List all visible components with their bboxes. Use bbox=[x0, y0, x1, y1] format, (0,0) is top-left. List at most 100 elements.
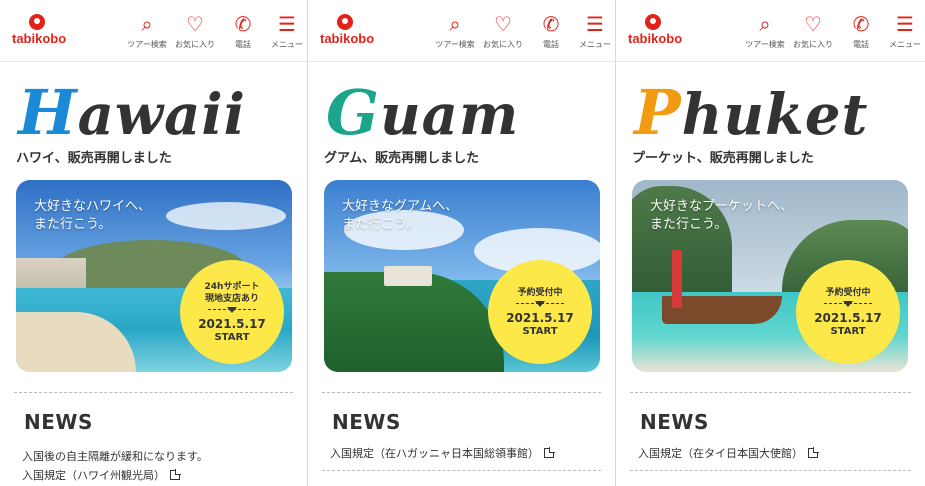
phone-button[interactable]: ✆ 電話 bbox=[837, 8, 885, 58]
site-header: tabikobo ⌕ ツアー検索 ♡ お気に入り ✆ 電話 ☰ メニュー bbox=[0, 0, 307, 62]
phone-label: 電話 bbox=[543, 40, 559, 49]
photo-caption-line1: 大好きなハワイへ、 bbox=[34, 199, 152, 214]
logo-mark-icon bbox=[29, 14, 45, 30]
news-item-text: 入国後の自主隔離が緩和になります。 bbox=[22, 450, 208, 463]
news-heading: NEWS bbox=[332, 410, 401, 434]
logo-text: tabikobo bbox=[12, 31, 67, 46]
title-rest: uam bbox=[379, 82, 520, 148]
tour-search-label: ツアー検索 bbox=[127, 40, 167, 49]
hero-image[interactable]: 大好きなハワイへ、 また行こう。 24hサポート 現地支店あり 2021.5.1… bbox=[16, 180, 292, 372]
favorites-button[interactable]: ♡ お気に入り bbox=[479, 8, 527, 58]
search-icon: ⌕ bbox=[141, 12, 153, 36]
section-divider bbox=[14, 392, 293, 393]
logo-text: tabikobo bbox=[628, 31, 683, 46]
title-initial: G bbox=[326, 76, 380, 149]
tour-search-label: ツアー検索 bbox=[435, 40, 475, 49]
phone-button[interactable]: ✆ 電話 bbox=[219, 8, 267, 58]
external-link-icon bbox=[170, 469, 181, 480]
site-header: tabikobo ⌕ ツアー検索 ♡ お気に入り ✆ 電話 ☰ メニュー bbox=[616, 0, 925, 62]
title-rest: awaii bbox=[77, 82, 246, 148]
resort-hotel bbox=[384, 266, 432, 286]
destination-title: Hawaii bbox=[18, 82, 246, 144]
badge-start: START bbox=[830, 325, 866, 337]
badge-date: 2021.5.17 bbox=[506, 310, 574, 325]
photo-caption-line2: また行こう。 bbox=[34, 217, 112, 232]
section-divider bbox=[322, 470, 601, 471]
boat-ribbon bbox=[672, 250, 682, 308]
hawaii-screen: tabikobo ⌕ ツアー検索 ♡ お気に入り ✆ 電話 ☰ メニュー Haw… bbox=[0, 0, 308, 486]
badge-date: 2021.5.17 bbox=[198, 316, 266, 331]
destination-title: Guam bbox=[326, 82, 519, 144]
tabikobo-logo[interactable]: tabikobo bbox=[628, 14, 688, 48]
badge-start: START bbox=[522, 325, 558, 337]
header-nav: ⌕ ツアー検索 ♡ お気に入り ✆ 電話 ☰ メニュー bbox=[123, 8, 307, 58]
header-nav: ⌕ ツアー検索 ♡ お気に入り ✆ 電話 ☰ メニュー bbox=[431, 8, 615, 58]
heart-icon: ♡ bbox=[494, 12, 512, 36]
phone-label: 電話 bbox=[853, 40, 869, 49]
hero-image[interactable]: 大好きなプーケットへ、 また行こう。 予約受付中 2021.5.17 START bbox=[632, 180, 908, 372]
heart-icon: ♡ bbox=[186, 12, 204, 36]
sales-resumed-subtitle: ハワイ、販売再開しました bbox=[16, 151, 172, 166]
menu-icon: ☰ bbox=[586, 12, 604, 36]
news-link[interactable]: 入国規定（在ハガッニャ日本国総領事館） bbox=[330, 445, 555, 461]
reopen-date-badge: 24hサポート 現地支店あり 2021.5.17 START bbox=[180, 260, 284, 364]
phone-button[interactable]: ✆ 電話 bbox=[527, 8, 575, 58]
photo-caption-line1: 大好きなプーケットへ、 bbox=[650, 199, 794, 214]
logo-mark-icon bbox=[337, 14, 353, 30]
menu-icon: ☰ bbox=[278, 12, 296, 36]
tour-search-label: ツアー検索 bbox=[745, 40, 785, 49]
news-link-text: 入国規定（ハワイ州観光局） bbox=[22, 469, 165, 482]
menu-button[interactable]: ☰ メニュー bbox=[575, 8, 615, 58]
photo-caption-line2: また行こう。 bbox=[342, 217, 420, 232]
news-heading: NEWS bbox=[640, 410, 709, 434]
sales-resumed-subtitle: グアム、販売再開しました bbox=[324, 151, 480, 166]
reopen-date-badge: 予約受付中 2021.5.17 START bbox=[488, 260, 592, 364]
badge-arrow-icon bbox=[535, 300, 545, 307]
menu-icon: ☰ bbox=[896, 12, 914, 36]
news-link[interactable]: 入国規定（在タイ日本国大使館） bbox=[638, 445, 819, 461]
tour-search-button[interactable]: ⌕ ツアー検索 bbox=[431, 8, 479, 58]
search-icon: ⌕ bbox=[449, 12, 461, 36]
external-link-icon bbox=[808, 447, 819, 458]
favorites-button[interactable]: ♡ お気に入り bbox=[171, 8, 219, 58]
title-rest: huket bbox=[681, 82, 869, 148]
badge-branch-text: 現地支店あり bbox=[204, 293, 259, 304]
tabikobo-logo[interactable]: tabikobo bbox=[320, 14, 380, 48]
badge-support-text: 24hサポート bbox=[204, 281, 260, 292]
menu-label: メニュー bbox=[579, 40, 611, 49]
phone-icon: ✆ bbox=[234, 12, 252, 36]
photo-caption: 大好きなグアムへ、 また行こう。 bbox=[342, 198, 458, 234]
photo-caption: 大好きなプーケットへ、 また行こう。 bbox=[650, 198, 793, 234]
hero-image[interactable]: 大好きなグアムへ、 また行こう。 予約受付中 2021.5.17 START bbox=[324, 180, 600, 372]
favorites-button[interactable]: ♡ お気に入り bbox=[789, 8, 837, 58]
menu-button[interactable]: ☰ メニュー bbox=[267, 8, 307, 58]
tour-search-button[interactable]: ⌕ ツアー検索 bbox=[741, 8, 789, 58]
phone-icon: ✆ bbox=[542, 12, 560, 36]
section-divider bbox=[322, 392, 601, 393]
badge-date: 2021.5.17 bbox=[814, 310, 882, 325]
badge-arrow-icon bbox=[227, 306, 237, 313]
menu-label: メニュー bbox=[271, 40, 303, 49]
badge-arrow-icon bbox=[843, 300, 853, 307]
guam-screen: tabikobo ⌕ ツアー検索 ♡ お気に入り ✆ 電話 ☰ メニュー Gua… bbox=[308, 0, 616, 486]
badge-booking-text: 予約受付中 bbox=[517, 287, 563, 298]
phuket-screen: tabikobo ⌕ ツアー検索 ♡ お気に入り ✆ 電話 ☰ メニュー Phu… bbox=[616, 0, 925, 486]
search-icon: ⌕ bbox=[759, 12, 771, 36]
menu-button[interactable]: ☰ メニュー bbox=[885, 8, 925, 58]
news-item: 入国後の自主隔離が緩和になります。 bbox=[22, 448, 208, 464]
tabikobo-logo[interactable]: tabikobo bbox=[12, 14, 72, 48]
photo-caption: 大好きなハワイへ、 また行こう。 bbox=[34, 198, 151, 234]
photo-caption-line2: また行こう。 bbox=[650, 217, 728, 232]
screens-row: tabikobo ⌕ ツアー検索 ♡ お気に入り ✆ 電話 ☰ メニュー Haw… bbox=[0, 0, 925, 486]
header-nav: ⌕ ツアー検索 ♡ お気に入り ✆ 電話 ☰ メニュー bbox=[741, 8, 925, 58]
cloud bbox=[166, 202, 286, 230]
badge-booking-text: 予約受付中 bbox=[825, 287, 871, 298]
phone-icon: ✆ bbox=[852, 12, 870, 36]
news-link[interactable]: 入国規定（ハワイ州観光局） bbox=[22, 467, 181, 483]
logo-text: tabikobo bbox=[320, 31, 375, 46]
tour-search-button[interactable]: ⌕ ツアー検索 bbox=[123, 8, 171, 58]
section-divider bbox=[630, 470, 911, 471]
phone-label: 電話 bbox=[235, 40, 251, 49]
badge-start: START bbox=[214, 331, 250, 343]
site-header: tabikobo ⌕ ツアー検索 ♡ お気に入り ✆ 電話 ☰ メニュー bbox=[308, 0, 615, 62]
